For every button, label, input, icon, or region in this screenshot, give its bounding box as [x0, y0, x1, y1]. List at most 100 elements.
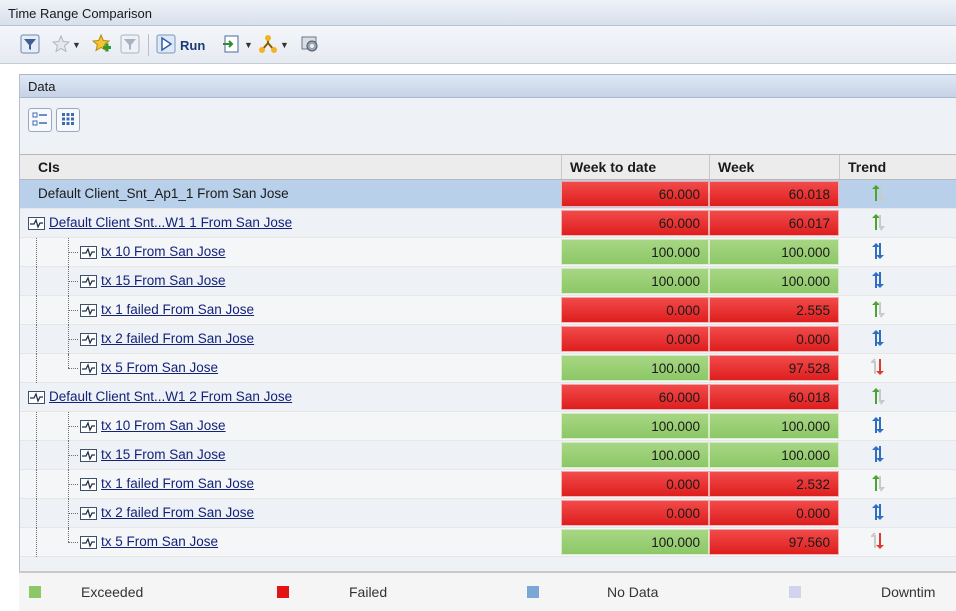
tree-view-icon	[32, 111, 48, 130]
options-button[interactable]	[300, 33, 320, 57]
week-to-date-cell: 60.000	[561, 181, 709, 207]
week-to-date-cell: 100.000	[561, 355, 709, 381]
ci-name-link[interactable]: tx 5 From San Jose	[101, 360, 218, 375]
tree-connector	[68, 426, 78, 427]
legend-swatch	[277, 586, 289, 598]
trend-unchanged-icon	[871, 329, 885, 350]
week-cell: 60.017	[709, 210, 839, 236]
ci-name-link[interactable]: Default Client Snt...W1 1 From San Jose	[49, 215, 292, 230]
week-cell: 97.528	[709, 355, 839, 381]
transaction-monitor-icon	[80, 362, 97, 376]
ci-name-cell: tx 15 From San Jose	[80, 267, 226, 295]
trend-unchanged-icon	[871, 416, 885, 437]
clear-filter-icon	[120, 34, 140, 57]
trend-cell	[871, 499, 885, 527]
export-menu-button[interactable]: ▼	[222, 33, 253, 57]
ci-name-link[interactable]: tx 5 From San Jose	[101, 534, 218, 549]
ci-name-link[interactable]: tx 2 failed From San Jose	[101, 505, 254, 520]
tree-connector	[68, 296, 69, 325]
trend-unchanged-icon	[871, 242, 885, 263]
trend-unchanged-icon	[871, 445, 885, 466]
ci-name-link[interactable]: tx 2 failed From San Jose	[101, 331, 254, 346]
grid-view-button[interactable]	[56, 108, 80, 132]
column-header-week-to-date[interactable]: Week to date	[561, 155, 709, 179]
chevron-down-icon: ▼	[280, 40, 289, 50]
transaction-monitor-icon	[80, 478, 97, 492]
table-row[interactable]: Default Client Snt...W1 2 From San Jose 6…	[20, 383, 956, 412]
trend-up-icon	[871, 300, 886, 321]
tree-connector	[68, 238, 69, 267]
tree-view-button[interactable]	[28, 108, 52, 132]
ci-name-cell: Default Client Snt...W1 1 From San Jose	[28, 209, 292, 237]
transaction-monitor-icon	[80, 304, 97, 318]
table-row[interactable]: tx 2 failed From San Jose 0.000 0.000	[20, 325, 956, 354]
star-disabled-icon	[51, 34, 71, 56]
run-button[interactable]: Run	[156, 33, 205, 57]
export-icon	[222, 34, 242, 57]
transaction-monitor-icon	[80, 275, 97, 289]
tree-connector	[36, 528, 37, 557]
ci-name-link[interactable]: tx 10 From San Jose	[101, 244, 226, 259]
table-row[interactable]: tx 15 From San Jose 100.000 100.000	[20, 267, 956, 296]
tree-connector	[68, 484, 78, 485]
run-label: Run	[180, 37, 206, 53]
week-to-date-cell: 100.000	[561, 442, 709, 468]
ci-name-cell: tx 1 failed From San Jose	[80, 470, 254, 498]
transaction-monitor-icon	[28, 217, 45, 231]
week-to-date-cell: 100.000	[561, 268, 709, 294]
table-row[interactable]: tx 10 From San Jose 100.000 100.000	[20, 238, 956, 267]
table-row[interactable]: Default Client_Snt_Ap1_1 From San Jose 60…	[20, 180, 956, 209]
ci-name-link[interactable]: tx 15 From San Jose	[101, 447, 226, 462]
trend-cell	[871, 180, 886, 208]
tree-connector	[68, 368, 78, 369]
trend-cell	[871, 470, 886, 498]
table-row[interactable]: tx 15 From San Jose 100.000 100.000	[20, 441, 956, 470]
ci-name-link[interactable]: tx 1 failed From San Jose	[101, 302, 254, 317]
transaction-monitor-icon	[80, 536, 97, 550]
tree-connector	[68, 281, 78, 282]
table-row[interactable]: tx 2 failed From San Jose 0.000 0.000	[20, 499, 956, 528]
week-cell: 0.000	[709, 500, 839, 526]
week-cell: 100.000	[709, 268, 839, 294]
favorites-menu-button[interactable]: ▼	[51, 33, 81, 57]
ci-name-link[interactable]: tx 1 failed From San Jose	[101, 476, 254, 491]
table-row[interactable]: tx 1 failed From San Jose 0.000 2.532	[20, 470, 956, 499]
tree-connector	[68, 470, 69, 499]
tree-connector	[68, 252, 78, 253]
table-row[interactable]: tx 5 From San Jose 100.000 97.528	[20, 354, 956, 383]
trend-up-icon	[871, 387, 886, 408]
ci-name-link[interactable]: tx 15 From San Jose	[101, 273, 226, 288]
table-row[interactable]: Default Client Snt...W1 1 From San Jose 6…	[20, 209, 956, 238]
trend-cell	[871, 267, 885, 295]
column-header-cis[interactable]: CIs	[20, 155, 561, 179]
window-title: Time Range Comparison	[8, 6, 153, 21]
filter-button[interactable]	[20, 33, 40, 57]
trend-cell	[871, 238, 885, 266]
transaction-monitor-icon	[80, 507, 97, 521]
tree-connector	[68, 339, 78, 340]
tree-connector	[68, 513, 78, 514]
settings-icon	[300, 34, 320, 57]
clear-filter-button[interactable]	[120, 33, 140, 57]
week-to-date-cell: 60.000	[561, 210, 709, 236]
ci-name-link[interactable]: Default Client Snt...W1 2 From San Jose	[49, 389, 292, 404]
table-row[interactable]: tx 5 From San Jose 100.000 97.560	[20, 528, 956, 557]
column-header-trend[interactable]: Trend	[839, 155, 956, 179]
ci-name-link[interactable]: tx 10 From San Jose	[101, 418, 226, 433]
tree-connector	[68, 542, 78, 543]
window-title-bar: Time Range Comparison	[0, 0, 956, 26]
week-cell: 97.560	[709, 529, 839, 555]
legend-item-no-data: No Data	[527, 584, 658, 600]
week-cell: 0.000	[709, 326, 839, 352]
trend-cell	[869, 354, 885, 382]
tree-connector	[68, 455, 78, 456]
table-row[interactable]: tx 1 failed From San Jose 0.000 2.555	[20, 296, 956, 325]
column-header-week[interactable]: Week	[709, 155, 839, 179]
table-row[interactable]: tx 10 From San Jose 100.000 100.000	[20, 412, 956, 441]
hierarchy-menu-button[interactable]: ▼	[258, 33, 289, 57]
transaction-monitor-icon	[80, 449, 97, 463]
legend-label: No Data	[607, 584, 659, 600]
week-to-date-cell: 0.000	[561, 297, 709, 323]
transaction-monitor-icon	[80, 420, 97, 434]
add-favorite-button[interactable]	[91, 33, 112, 57]
